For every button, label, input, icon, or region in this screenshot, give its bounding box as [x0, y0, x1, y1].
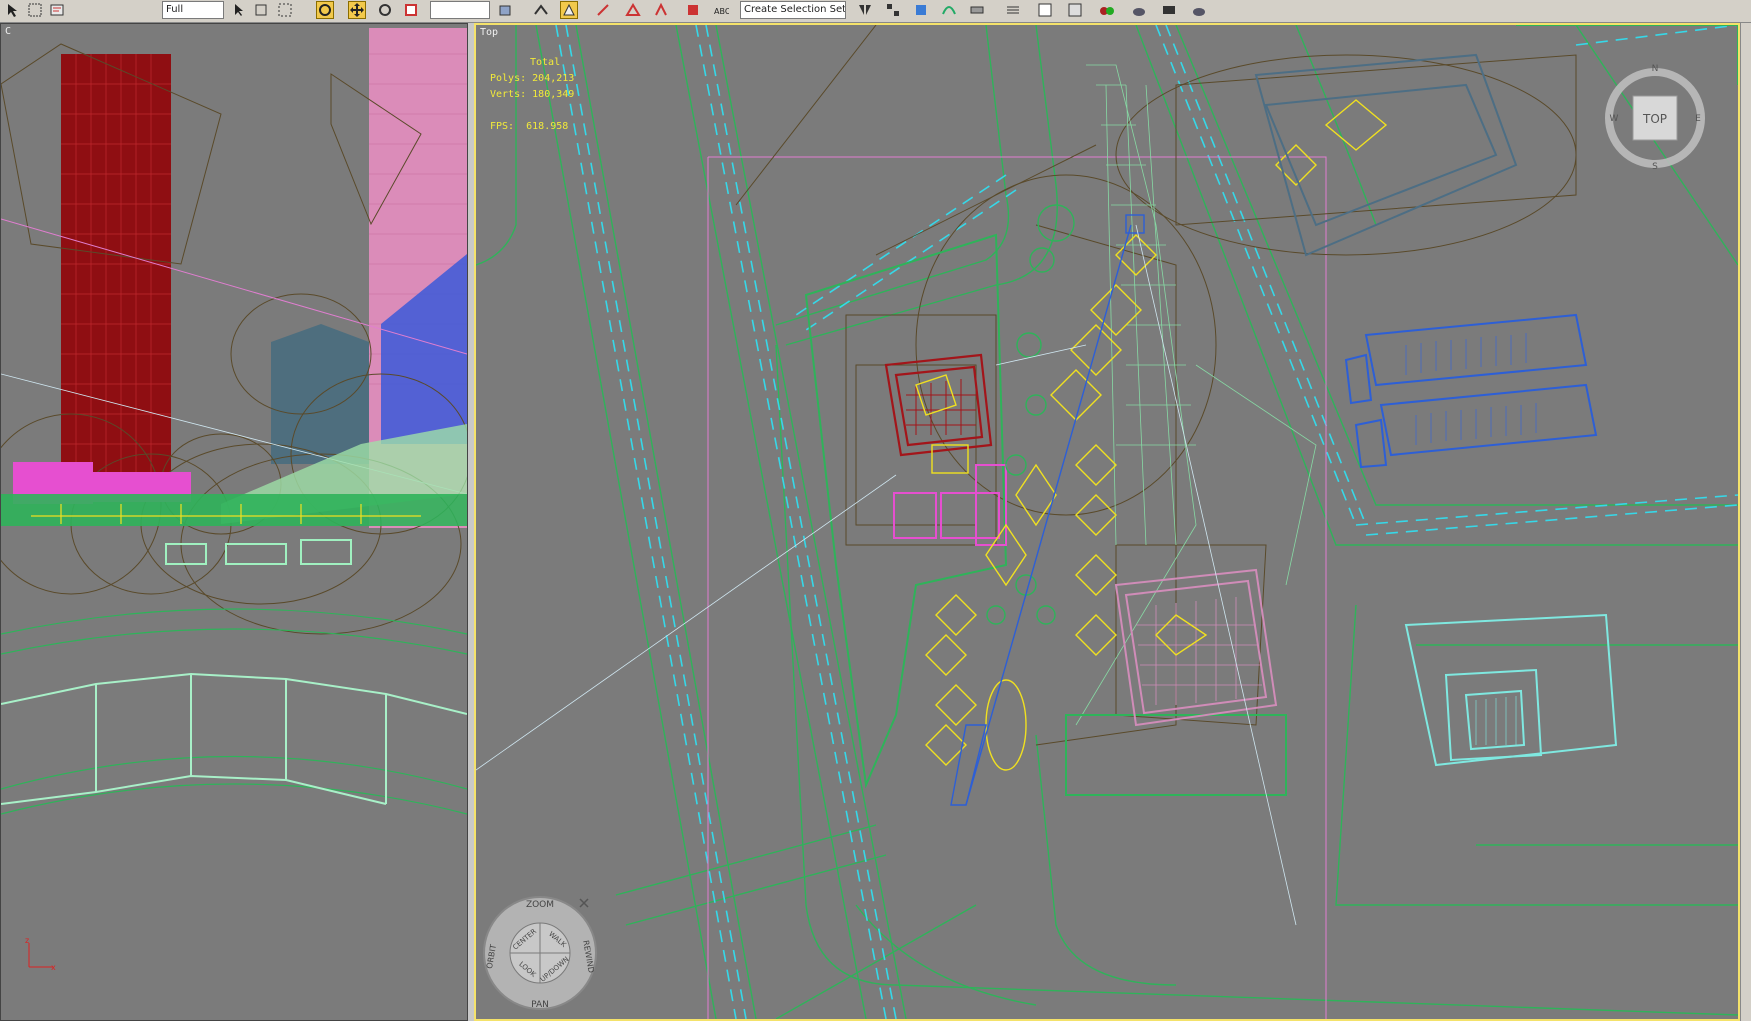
reference-coord-combo[interactable]	[430, 1, 490, 19]
compass-north[interactable]: N	[1652, 64, 1659, 74]
window-crossing-icon[interactable]	[276, 1, 294, 19]
statistics-overlay: Total Polys: 204,213 Verts: 180,349 FPS:…	[490, 55, 574, 135]
perspective-viewport[interactable]: C z x	[0, 23, 468, 1021]
array-icon[interactable]	[884, 1, 902, 19]
stats-total-label: Total	[530, 57, 561, 68]
snap-icon[interactable]	[316, 1, 334, 19]
render-teapot-icon[interactable]	[1130, 1, 1148, 19]
viewcube[interactable]: TOP N W E S	[1600, 63, 1710, 173]
wheel-pan[interactable]: PAN	[531, 1000, 549, 1010]
mirror-tool-icon[interactable]	[856, 1, 874, 19]
axis-tripod: z x	[23, 936, 59, 976]
material-editor-icon[interactable]	[1036, 1, 1054, 19]
select-by-name-icon[interactable]	[48, 1, 66, 19]
render-frame-icon[interactable]	[1160, 1, 1178, 19]
stats-verts-value: 180,349	[532, 89, 575, 100]
svg-text:z: z	[25, 937, 29, 945]
pointer-icon[interactable]	[230, 1, 248, 19]
compass-west[interactable]: W	[1610, 114, 1619, 124]
wheel-close-icon	[579, 898, 589, 908]
compass-south[interactable]: S	[1652, 162, 1658, 172]
svg-text:x: x	[51, 963, 56, 972]
top-viewport[interactable]: Top Total Polys: 204,213 Verts: 180,349 …	[474, 23, 1740, 1021]
compass-east[interactable]: E	[1695, 114, 1701, 124]
command-panel-edge[interactable]	[1740, 23, 1751, 1021]
render-setup-icon[interactable]	[1004, 1, 1022, 19]
select-region-icon[interactable]	[252, 1, 270, 19]
named-selection-combo[interactable]: Create Selection Set	[740, 1, 846, 19]
main-toolbar: Full ABC Create Selection Set	[0, 0, 1751, 23]
angle-snap-icon[interactable]	[560, 1, 578, 19]
viewcube-face-top[interactable]: TOP	[1642, 112, 1667, 126]
schematic-icon[interactable]	[968, 1, 986, 19]
select-manipulate-icon[interactable]	[532, 1, 550, 19]
align-tool-icon[interactable]	[912, 1, 930, 19]
quick-render-icon[interactable]	[1190, 1, 1208, 19]
viewport-label[interactable]: Top	[480, 27, 498, 38]
percent-snap-icon[interactable]	[594, 1, 612, 19]
curve-editor-icon[interactable]	[940, 1, 958, 19]
select-region-icon[interactable]	[26, 1, 44, 19]
layer-icon[interactable]	[684, 1, 702, 19]
move-icon[interactable]	[348, 1, 366, 19]
stats-polys-label: Polys:	[490, 73, 527, 84]
stats-polys-value: 204,213	[532, 73, 575, 84]
select-arrow-icon[interactable]	[4, 1, 22, 19]
view-combo[interactable]: Full	[162, 1, 224, 19]
top-wireframe-scene	[476, 25, 1738, 1019]
steering-wheel[interactable]: ZOOM PAN ORBIT REWIND CENTER WALK LOOK U…	[480, 891, 604, 1015]
rotate-icon[interactable]	[376, 1, 394, 19]
viewport-label[interactable]: C	[5, 26, 11, 37]
pivot-icon[interactable]	[496, 1, 514, 19]
axis-tripod-icon: z x	[25, 936, 56, 972]
perspective-wireframe-scene	[1, 28, 467, 815]
mirror-icon[interactable]	[624, 1, 642, 19]
wheel-zoom[interactable]: ZOOM	[526, 900, 554, 910]
viewcube-compass-icon: TOP N W E S	[1605, 64, 1705, 172]
align-icon[interactable]	[652, 1, 670, 19]
stats-fps-label: FPS:	[490, 121, 515, 132]
stats-fps-value: 618.958	[526, 121, 569, 132]
named-selection-icon[interactable]: ABC	[712, 1, 731, 19]
svg-text:ABC: ABC	[714, 7, 729, 16]
scale-icon[interactable]	[402, 1, 420, 19]
material-spheres-icon[interactable]	[1098, 1, 1116, 19]
rendered-frame-icon[interactable]	[1066, 1, 1084, 19]
stats-verts-label: Verts:	[490, 89, 527, 100]
steering-wheel-icon: ZOOM PAN ORBIT REWIND CENTER WALK LOOK U…	[483, 896, 597, 1010]
